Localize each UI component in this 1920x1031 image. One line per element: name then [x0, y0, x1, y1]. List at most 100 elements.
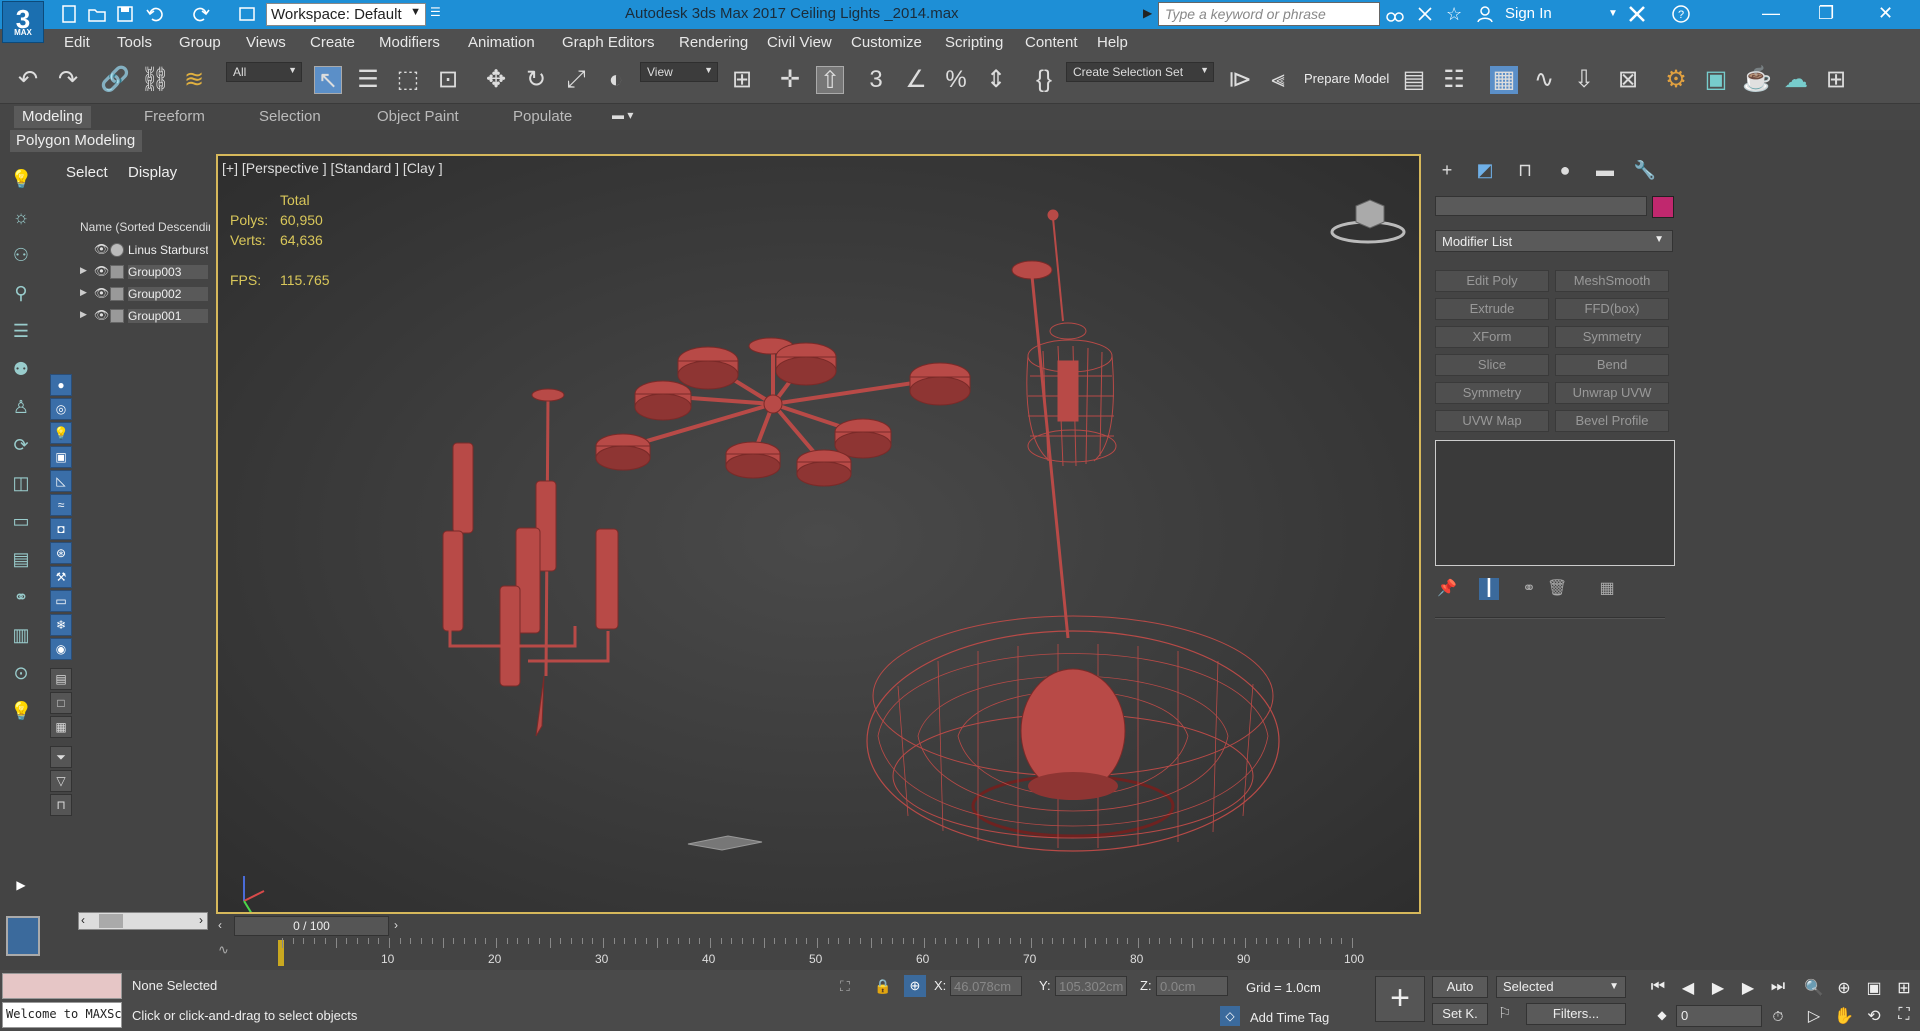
modifier-button-bend[interactable]: Bend	[1555, 354, 1669, 376]
render-production-icon[interactable]: ☕	[1742, 66, 1772, 94]
mirror-icon[interactable]: ⧐	[1226, 66, 1254, 94]
pan-icon[interactable]: ✋	[1834, 1006, 1854, 1026]
maxscript-output[interactable]: Welcome to MAXScript.	[2, 1002, 122, 1028]
field-of-view-icon[interactable]: ▷	[1804, 1006, 1824, 1026]
place-icon[interactable]: ◐	[602, 66, 630, 94]
hierarchy-tab-icon[interactable]: ⊓	[1513, 160, 1537, 182]
menu-edit[interactable]: Edit	[64, 34, 90, 51]
maxscript-listener-input[interactable]	[2, 973, 122, 999]
previous-frame-icon[interactable]: ◀	[1678, 978, 1698, 998]
modifier-button-slice[interactable]: Slice	[1435, 354, 1549, 376]
rotate-icon[interactable]: ↻	[522, 66, 550, 94]
redo-icon[interactable]	[192, 5, 210, 23]
display-all-icon[interactable]: ▤	[50, 668, 72, 690]
group-icon[interactable]: ⚭	[10, 586, 32, 608]
redo-icon[interactable]: ↷	[54, 66, 82, 94]
edit-named-selection-icon[interactable]: {}	[1030, 66, 1058, 94]
workspace-menu-icon[interactable]: ☰	[430, 5, 441, 19]
ribbon-options-icon[interactable]: ▬ ▾	[612, 108, 633, 122]
zoom-icon[interactable]: 🔍	[1804, 978, 1824, 998]
filter-geometry-icon[interactable]: ●	[50, 374, 72, 396]
expand-arrow-icon[interactable]: ▶	[80, 309, 87, 320]
z-coordinate-field[interactable]: 0.0cm	[1156, 976, 1228, 996]
viewport-layout-thumbnail[interactable]	[6, 916, 40, 956]
close-icon[interactable]: ✕	[1878, 3, 1893, 24]
go-to-start-icon[interactable]: ⏮	[1648, 978, 1668, 998]
list-item[interactable]: 👁 Linus Starburst	[78, 240, 210, 260]
menu-customize[interactable]: Customize	[851, 34, 922, 51]
current-frame-field[interactable]: 0	[1676, 1005, 1762, 1027]
filter-helpers-icon[interactable]: ◺	[50, 470, 72, 492]
menu-tools[interactable]: Tools	[117, 34, 152, 51]
set-key-button[interactable]: Set K.	[1432, 1003, 1488, 1025]
list-item[interactable]: ▶ 👁 Group001	[78, 306, 210, 326]
filter-cameras-icon[interactable]: ▣	[50, 446, 72, 468]
zoom-extents-all-icon[interactable]: ⊞	[1894, 978, 1914, 998]
object-color-swatch[interactable]	[1652, 196, 1674, 218]
user-icon[interactable]	[1476, 5, 1494, 23]
perspective-viewport[interactable]: [+] [Perspective ] [Standard ] [Clay ] T…	[216, 154, 1421, 914]
filter-frozen-icon[interactable]: ❄	[50, 614, 72, 636]
box-icon[interactable]: ◫	[10, 472, 32, 494]
next-frame-icon[interactable]: ▶	[1738, 978, 1758, 998]
key-filters-button[interactable]: Filters...	[1526, 1003, 1626, 1025]
select-object-icon[interactable]: ↖	[314, 66, 342, 94]
modifier-button-symmetry-2[interactable]: Symmetry	[1435, 382, 1549, 404]
time-configuration-icon[interactable]: ⏱	[1768, 1008, 1788, 1028]
bracket-icon[interactable]: ⊓	[50, 794, 72, 816]
modifier-button-extrude[interactable]: Extrude	[1435, 298, 1549, 320]
tab-populate[interactable]: Populate	[513, 108, 572, 125]
orbit-icon[interactable]: ⊙	[10, 662, 32, 684]
slider-right-icon[interactable]: ›	[394, 918, 398, 932]
rendered-frame-window-icon[interactable]: ▣	[1702, 66, 1730, 94]
filter-bones-icon[interactable]: ⚒	[50, 566, 72, 588]
a360-gallery-icon[interactable]: ⊞	[1822, 66, 1850, 94]
tab-select[interactable]: Select	[66, 164, 108, 181]
remove-modifier-icon[interactable]: 🗑	[1547, 578, 1567, 600]
modifier-button-meshsmooth[interactable]: MeshSmooth	[1555, 270, 1669, 292]
sun-icon[interactable]: ☼	[10, 206, 32, 228]
display-none-icon[interactable]: □	[50, 692, 72, 714]
app-logo-button[interactable]: 3 MAX	[2, 1, 44, 43]
eye-icon[interactable]: 👁	[94, 242, 109, 256]
tab-object-paint[interactable]: Object Paint	[377, 108, 459, 125]
percent-snap-icon[interactable]: %	[942, 66, 970, 94]
list-item[interactable]: ▶ 👁 Group002	[78, 284, 210, 304]
spinner-snap-icon[interactable]: ⇕	[982, 66, 1010, 94]
window-crossing-icon[interactable]: ⊡	[434, 66, 462, 94]
menu-content[interactable]: Content	[1025, 34, 1078, 51]
configure-modifier-sets-icon[interactable]: ▦	[1597, 578, 1617, 600]
prepare-model-label[interactable]: Prepare Model	[1304, 71, 1389, 86]
polygon-modeling-panel[interactable]: Polygon Modeling	[10, 130, 142, 152]
project-folder-icon[interactable]	[238, 5, 256, 23]
modifier-list-dropdown[interactable]: Modifier List ▼	[1435, 230, 1673, 252]
snaps-toggle-icon[interactable]: 3	[862, 66, 890, 94]
population-icon[interactable]: ⚇	[10, 244, 32, 266]
create-tab-icon[interactable]: +	[1435, 160, 1459, 182]
scale-icon[interactable]: ⤢	[562, 66, 590, 94]
frame-cursor[interactable]	[278, 940, 284, 966]
open-file-icon[interactable]	[88, 5, 106, 23]
key-mode-toggle-icon[interactable]: ◆	[1652, 1008, 1672, 1028]
show-end-result-icon[interactable]: ┃	[1479, 578, 1499, 600]
restore-icon[interactable]: ❐	[1818, 3, 1834, 24]
filter-xrefs-icon[interactable]: ⊛	[50, 542, 72, 564]
unlink-icon[interactable]: ⛓	[140, 66, 170, 94]
menu-create[interactable]: Create	[310, 34, 355, 51]
modifier-button-ffd-box[interactable]: FFD(box)	[1555, 298, 1669, 320]
modifier-button-unwrap-uvw[interactable]: Unwrap UVW	[1555, 382, 1669, 404]
make-unique-icon[interactable]: ⚭	[1519, 578, 1539, 600]
workspace-dropdown[interactable]: Workspace: Default ▼	[266, 3, 426, 26]
menu-rendering[interactable]: Rendering	[679, 34, 748, 51]
schematic-view-icon[interactable]: ⇩	[1570, 66, 1598, 94]
expand-arrow-icon[interactable]: ▶	[80, 287, 87, 298]
filter-groups-icon[interactable]: ◘	[50, 518, 72, 540]
filter-funnel-2-icon[interactable]: ▽	[50, 770, 72, 792]
search-input[interactable]: Type a keyword or phrase	[1158, 2, 1380, 26]
expand-right-icon[interactable]: ▶	[10, 874, 32, 896]
modifier-stack[interactable]	[1435, 440, 1675, 566]
go-to-end-icon[interactable]: ⏭	[1768, 978, 1788, 998]
orbit-icon[interactable]: ⟲	[1864, 1006, 1884, 1026]
filter-hidden-icon[interactable]: ◉	[50, 638, 72, 660]
undo-icon[interactable]: ↶	[14, 66, 42, 94]
